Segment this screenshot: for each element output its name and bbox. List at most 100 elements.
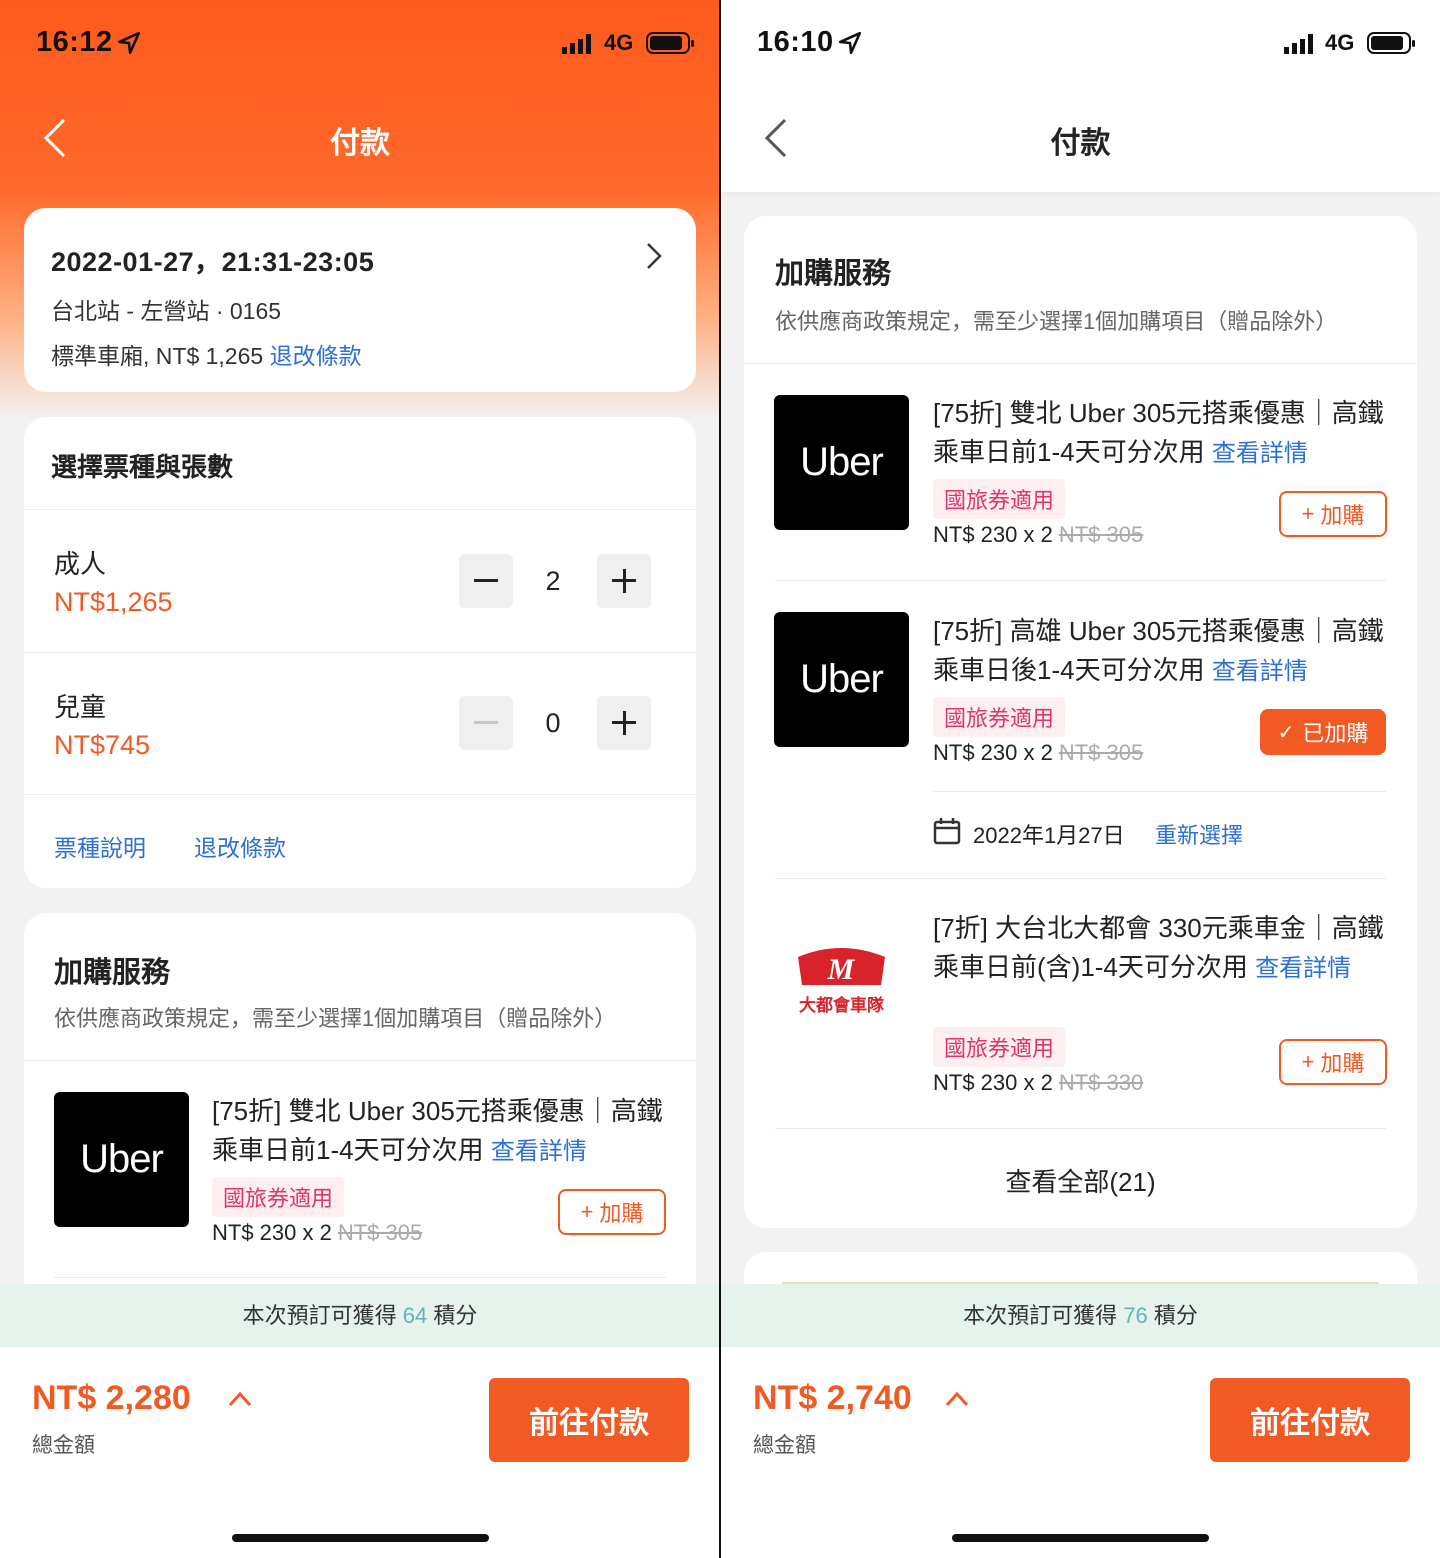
plus-icon: + [580, 1199, 594, 1224]
refund-policy-link[interactable]: 退改條款 [270, 343, 362, 369]
addon-title: [7折] 大台北大都會 330元乘車金｜高鐵乘車日前(含)1-4天可分次用 查看… [933, 909, 1389, 988]
trip-summary-card[interactable]: 2022-01-27，21:31-23:05 台北站 - 左營站 · 0165 … [24, 208, 696, 392]
voucher-badge: 國旅券適用 [212, 1177, 345, 1217]
ticket-quantity: 0 [545, 708, 561, 738]
divider [744, 363, 1417, 364]
metropolitan-taxi-logo: M 大都會車隊 [774, 909, 909, 1044]
battery-icon [646, 32, 694, 54]
proceed-to-pay-button[interactable]: 前往付款 [489, 1378, 689, 1462]
add-on-label: 加購 [599, 1201, 644, 1226]
location-arrow-icon [117, 31, 141, 55]
divider [24, 794, 696, 795]
ticket-type: 兒童 [54, 692, 107, 722]
home-indicator [232, 1534, 489, 1542]
decrement-button[interactable] [459, 554, 513, 608]
points-suffix: 積分 [1153, 1303, 1198, 1328]
network-type: 4G [604, 30, 634, 55]
add-on-label: 加購 [1320, 1051, 1365, 1076]
uber-logo: Uber [774, 395, 909, 530]
added-label: 已加購 [1302, 721, 1369, 746]
addon-price-line: NT$ 230 x 2 NT$ 305 [933, 522, 1143, 548]
original-price: NT$ 305 [337, 1220, 423, 1245]
divider [775, 878, 1386, 879]
nav-bar: 付款 [721, 90, 1440, 190]
network-type: 4G [1325, 30, 1355, 55]
view-details-link[interactable]: 查看詳情 [1212, 658, 1308, 685]
reselect-link[interactable]: 重新選擇 [1155, 818, 1243, 850]
divider [775, 580, 1386, 581]
addon-title-text: [75折] 高雄 Uber 305元搭乘優惠｜高鐵乘車日後1-4天可分次用 [933, 616, 1384, 685]
refund-policy-link[interactable]: 退改條款 [194, 829, 286, 863]
plus-icon: + [1301, 501, 1315, 526]
addon-services-card: 加購服務 依供應商政策規定，需至少選擇1個加購項目（贈品除外） Uber [75… [24, 913, 696, 1333]
view-details-link[interactable]: 查看詳情 [491, 1138, 587, 1165]
total-label: 總金額 [753, 1434, 816, 1457]
uber-logo: Uber [774, 612, 909, 747]
points-prefix: 本次預訂可獲得 [963, 1303, 1118, 1328]
chevron-right-icon [647, 243, 662, 269]
total-label: 總金額 [32, 1434, 95, 1457]
status-time: 16:10 [757, 26, 834, 58]
signal-icon [562, 34, 591, 54]
status-bar: 16:10 4G [721, 0, 1440, 90]
proceed-to-pay-button[interactable]: 前往付款 [1210, 1378, 1410, 1462]
battery-icon [1367, 32, 1415, 54]
addon-price-line: NT$ 230 x 2 NT$ 305 [933, 740, 1143, 766]
addon-price: NT$ 230 x 2 [933, 522, 1053, 547]
points-suffix: 積分 [433, 1303, 478, 1328]
trip-route: 台北站 - 左營站 · 0165 [51, 298, 282, 324]
addon-price-line: NT$ 230 x 2 NT$ 330 [933, 1070, 1143, 1096]
add-on-button[interactable]: + 加購 [558, 1189, 666, 1235]
divider [933, 791, 1386, 792]
view-details-link[interactable]: 查看詳情 [1212, 440, 1308, 467]
divider [775, 1128, 1386, 1129]
checkout-footer: NT$ 2,740 總金額 前往付款 [721, 1347, 1440, 1558]
view-all-link[interactable]: 查看全部(21) [744, 1162, 1417, 1199]
voucher-badge: 國旅券適用 [933, 1027, 1066, 1067]
divider [24, 1060, 696, 1061]
total-amount[interactable]: NT$ 2,740 [753, 1379, 912, 1418]
ticket-price: NT$1,265 [54, 587, 173, 617]
points-value: 76 [1123, 1303, 1148, 1328]
increment-button[interactable] [597, 696, 651, 750]
addon-price: NT$ 230 x 2 [212, 1220, 332, 1245]
page-title: 付款 [1050, 127, 1111, 160]
increment-button[interactable] [597, 554, 651, 608]
added-button[interactable]: ✓ 已加購 [1260, 709, 1386, 755]
calendar-icon [933, 818, 961, 845]
nav-bar: 付款 [0, 90, 720, 190]
ticket-price: NT$745 [54, 730, 151, 760]
divider [24, 652, 696, 653]
chevron-up-icon[interactable] [945, 1391, 969, 1407]
points-prefix: 本次預訂可獲得 [242, 1303, 397, 1328]
addon-price-line: NT$ 230 x 2 NT$ 305 [212, 1220, 422, 1246]
trip-datetime: 2022-01-27，21:31-23:05 [51, 247, 375, 277]
voucher-badge: 國旅券適用 [933, 479, 1066, 519]
addon-title: [75折] 雙北 Uber 305元搭乘優惠｜高鐵乘車日前1-4天可分次用 查看… [212, 1092, 672, 1171]
addon-heading: 加購服務 [54, 957, 171, 989]
add-on-button[interactable]: + 加購 [1279, 491, 1387, 537]
selected-date: 2022年1月27日 [973, 823, 1125, 848]
points-value: 64 [402, 1303, 428, 1328]
addon-title-text: [75折] 雙北 Uber 305元搭乘優惠｜高鐵乘車日前1-4天可分次用 [212, 1096, 663, 1165]
divider [54, 1277, 666, 1278]
home-indicator [952, 1534, 1209, 1542]
points-banner: 本次預訂可獲得 76 積分 [721, 1284, 1440, 1347]
check-icon: ✓ [1277, 721, 1295, 744]
add-on-button[interactable]: + 加購 [1279, 1039, 1387, 1085]
total-amount[interactable]: NT$ 2,280 [32, 1379, 191, 1418]
addon-subtitle: 依供應商政策規定，需至少選擇1個加購項目（贈品除外） [54, 1006, 617, 1031]
ticket-selection-card: 選擇票種與張數 成人 NT$1,265 2 兒童 NT$745 0 票種說明 退… [24, 417, 696, 888]
divider [24, 509, 696, 510]
chevron-up-icon[interactable] [228, 1391, 252, 1407]
plus-icon: + [1301, 1049, 1315, 1074]
trip-fare-line: 標準車廂, NT$ 1,265 退改條款 [51, 337, 362, 371]
status-bar: 16:12 4G [0, 0, 720, 90]
ticket-type: 成人 [54, 549, 107, 579]
voucher-badge: 國旅券適用 [933, 697, 1066, 737]
addon-services-card: 加購服務 依供應商政策規定，需至少選擇1個加購項目（贈品除外） Uber [75… [744, 216, 1417, 1228]
decrement-button[interactable] [459, 696, 513, 750]
svg-text:M: M [827, 953, 856, 986]
view-details-link[interactable]: 查看詳情 [1255, 955, 1351, 982]
ticket-info-link[interactable]: 票種說明 [54, 829, 146, 863]
